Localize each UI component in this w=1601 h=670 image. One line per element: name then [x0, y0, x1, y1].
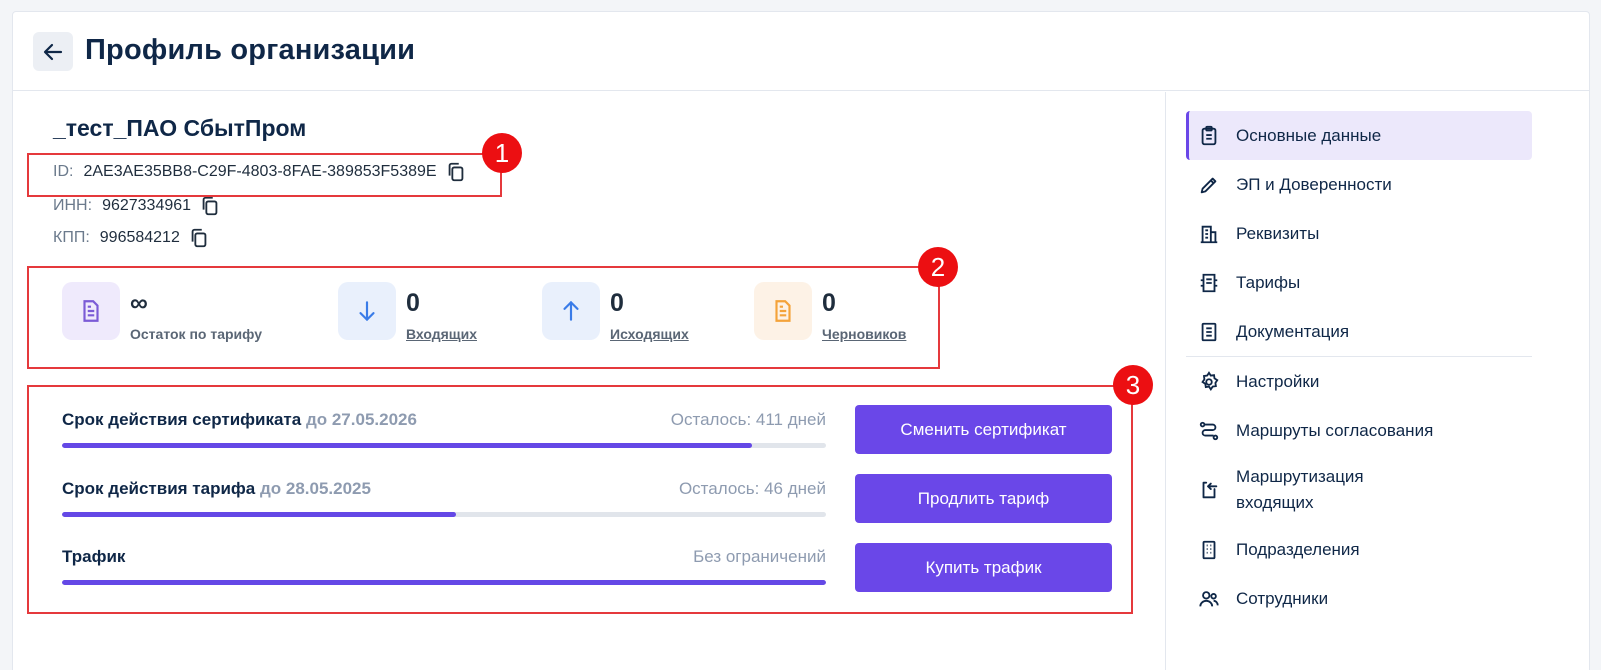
- sidebar-item-label: Основные данные: [1236, 125, 1382, 145]
- sidebar-item-label: Реквизиты: [1236, 223, 1320, 243]
- copy-icon[interactable]: [199, 195, 221, 217]
- sidebar-item-label: Настройки: [1236, 371, 1320, 391]
- back-button[interactable]: [33, 32, 73, 71]
- doc-list-icon: [1198, 321, 1220, 343]
- sidebar-item-employees[interactable]: Сотрудники: [1186, 574, 1532, 623]
- departments-icon: [1198, 539, 1220, 561]
- org-inn-row: ИНН: 9627334961: [53, 195, 221, 217]
- sidebar-item-incoming-routing[interactable]: Маршрутизация входящих: [1186, 455, 1532, 525]
- employees-icon: [1198, 588, 1220, 610]
- sidebar-item-tariffs[interactable]: Тарифы: [1186, 258, 1532, 307]
- arrow-left-icon: [43, 43, 63, 60]
- annotation-badge-2: 2: [918, 247, 958, 287]
- sidebar-item-label: ЭП и Доверенности: [1236, 174, 1392, 194]
- incoming-routing-icon: [1198, 479, 1220, 501]
- inn-label: ИНН:: [53, 197, 93, 214]
- sidebar-item-approval-routes[interactable]: Маршруты согласования: [1186, 406, 1532, 455]
- sidebar-item-label: Маршрутизация входящих: [1236, 467, 1364, 512]
- gear-icon: [1198, 370, 1220, 393]
- copy-icon[interactable]: [188, 227, 210, 249]
- sidebar-item-label: Подразделения: [1236, 539, 1360, 559]
- sidebar-item-label: Маршруты согласования: [1236, 420, 1434, 440]
- sidebar-item-departments[interactable]: Подразделения: [1186, 525, 1532, 574]
- sidebar-item-label: Сотрудники: [1236, 588, 1329, 608]
- main-content: _тест_ПАО СбытПром ID: 2AE3AE35BB8-C29F-…: [13, 92, 1165, 670]
- page-title: Профиль организации: [85, 34, 416, 66]
- tariff-icon: [1198, 272, 1220, 294]
- sidebar-item-signatures[interactable]: ЭП и Доверенности: [1186, 160, 1532, 209]
- sidebar-item-settings[interactable]: Настройки: [1186, 357, 1532, 406]
- page-card: Профиль организации _тест_ПАО СбытПром I…: [12, 11, 1590, 670]
- building-icon: [1198, 223, 1220, 245]
- annotation-box-3: [27, 385, 1133, 614]
- sidebar-item-requisites[interactable]: Реквизиты: [1186, 209, 1532, 258]
- org-name: _тест_ПАО СбытПром: [53, 115, 307, 141]
- annotation-badge-1: 1: [482, 133, 522, 173]
- pen-icon: [1198, 174, 1220, 196]
- sidebar-item-label: Тарифы: [1236, 272, 1301, 292]
- org-kpp-row: КПП: 996584212: [53, 227, 210, 249]
- kpp-value: 996584212: [99, 229, 180, 246]
- sidebar-item-main-data[interactable]: Основные данные: [1186, 111, 1532, 160]
- kpp-label: КПП:: [53, 229, 90, 246]
- route-icon: [1198, 420, 1220, 442]
- clipboard-icon: [1198, 125, 1220, 147]
- annotation-badge-3: 3: [1113, 365, 1153, 405]
- sidebar-nav: Основные данные ЭП и Доверенности Реквиз…: [1165, 92, 1591, 670]
- sidebar-item-documentation[interactable]: Документация: [1186, 307, 1532, 356]
- sidebar-item-label: Документация: [1236, 321, 1350, 341]
- page-header: Профиль организации: [13, 12, 1589, 91]
- inn-value: 9627334961: [102, 197, 192, 214]
- annotation-box-1: [27, 153, 502, 197]
- annotation-box-2: [27, 266, 940, 369]
